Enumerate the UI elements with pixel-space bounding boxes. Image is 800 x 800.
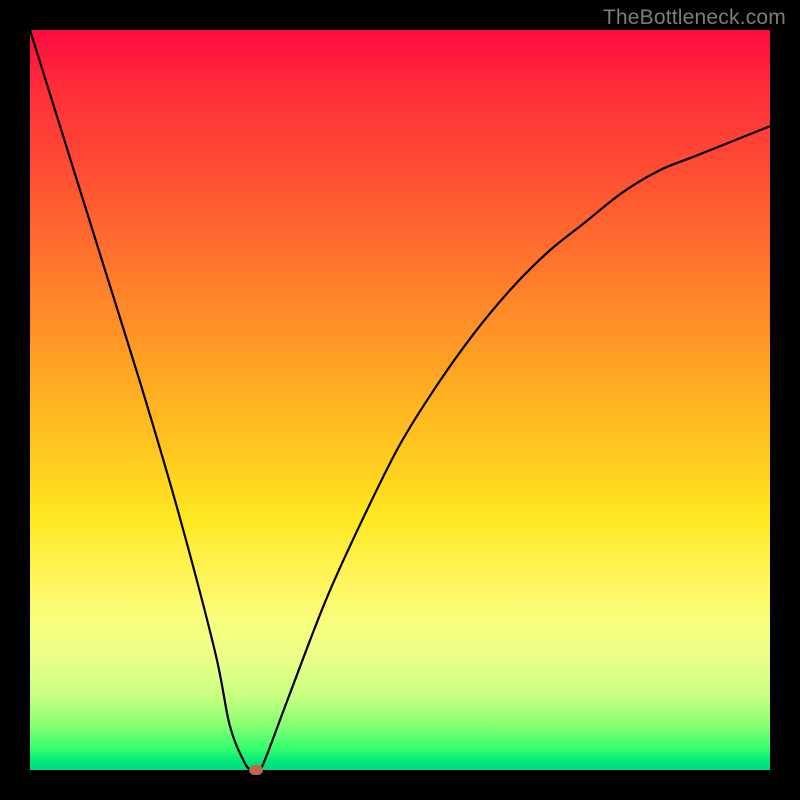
optimal-point-marker (249, 765, 263, 775)
plot-area (30, 30, 770, 770)
chart-frame: TheBottleneck.com (0, 0, 800, 800)
curve-svg (30, 30, 770, 770)
watermark-text: TheBottleneck.com (603, 6, 786, 30)
bottleneck-curve (30, 30, 770, 770)
